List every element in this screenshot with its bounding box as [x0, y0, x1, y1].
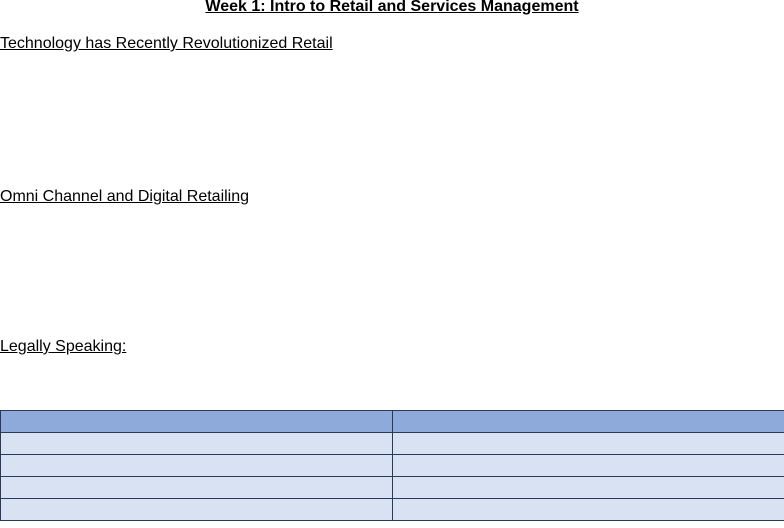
table-cell[interactable]	[392, 432, 784, 455]
table-cell[interactable]	[0, 498, 393, 521]
table-row	[0, 454, 784, 477]
section-heading-legally-speaking: Legally Speaking:	[0, 338, 127, 355]
table-cell[interactable]	[0, 476, 393, 499]
table-cell[interactable]	[392, 476, 784, 499]
table-cell[interactable]	[0, 432, 393, 455]
table-row	[0, 432, 784, 455]
section-heading-technology: Technology has Recently Revolutionized R…	[0, 35, 333, 52]
table-row	[0, 476, 784, 499]
table-row	[0, 498, 784, 521]
notes-table	[0, 410, 784, 521]
table-header-cell[interactable]	[392, 410, 784, 433]
page-title: Week 1: Intro to Retail and Services Man…	[205, 0, 579, 15]
table-cell[interactable]	[0, 454, 393, 477]
table-header-cell[interactable]	[0, 410, 393, 433]
section-heading-omni-channel: Omni Channel and Digital Retailing	[0, 188, 250, 205]
table-header-row	[0, 410, 784, 433]
table-cell[interactable]	[392, 498, 784, 521]
table-cell[interactable]	[392, 454, 784, 477]
